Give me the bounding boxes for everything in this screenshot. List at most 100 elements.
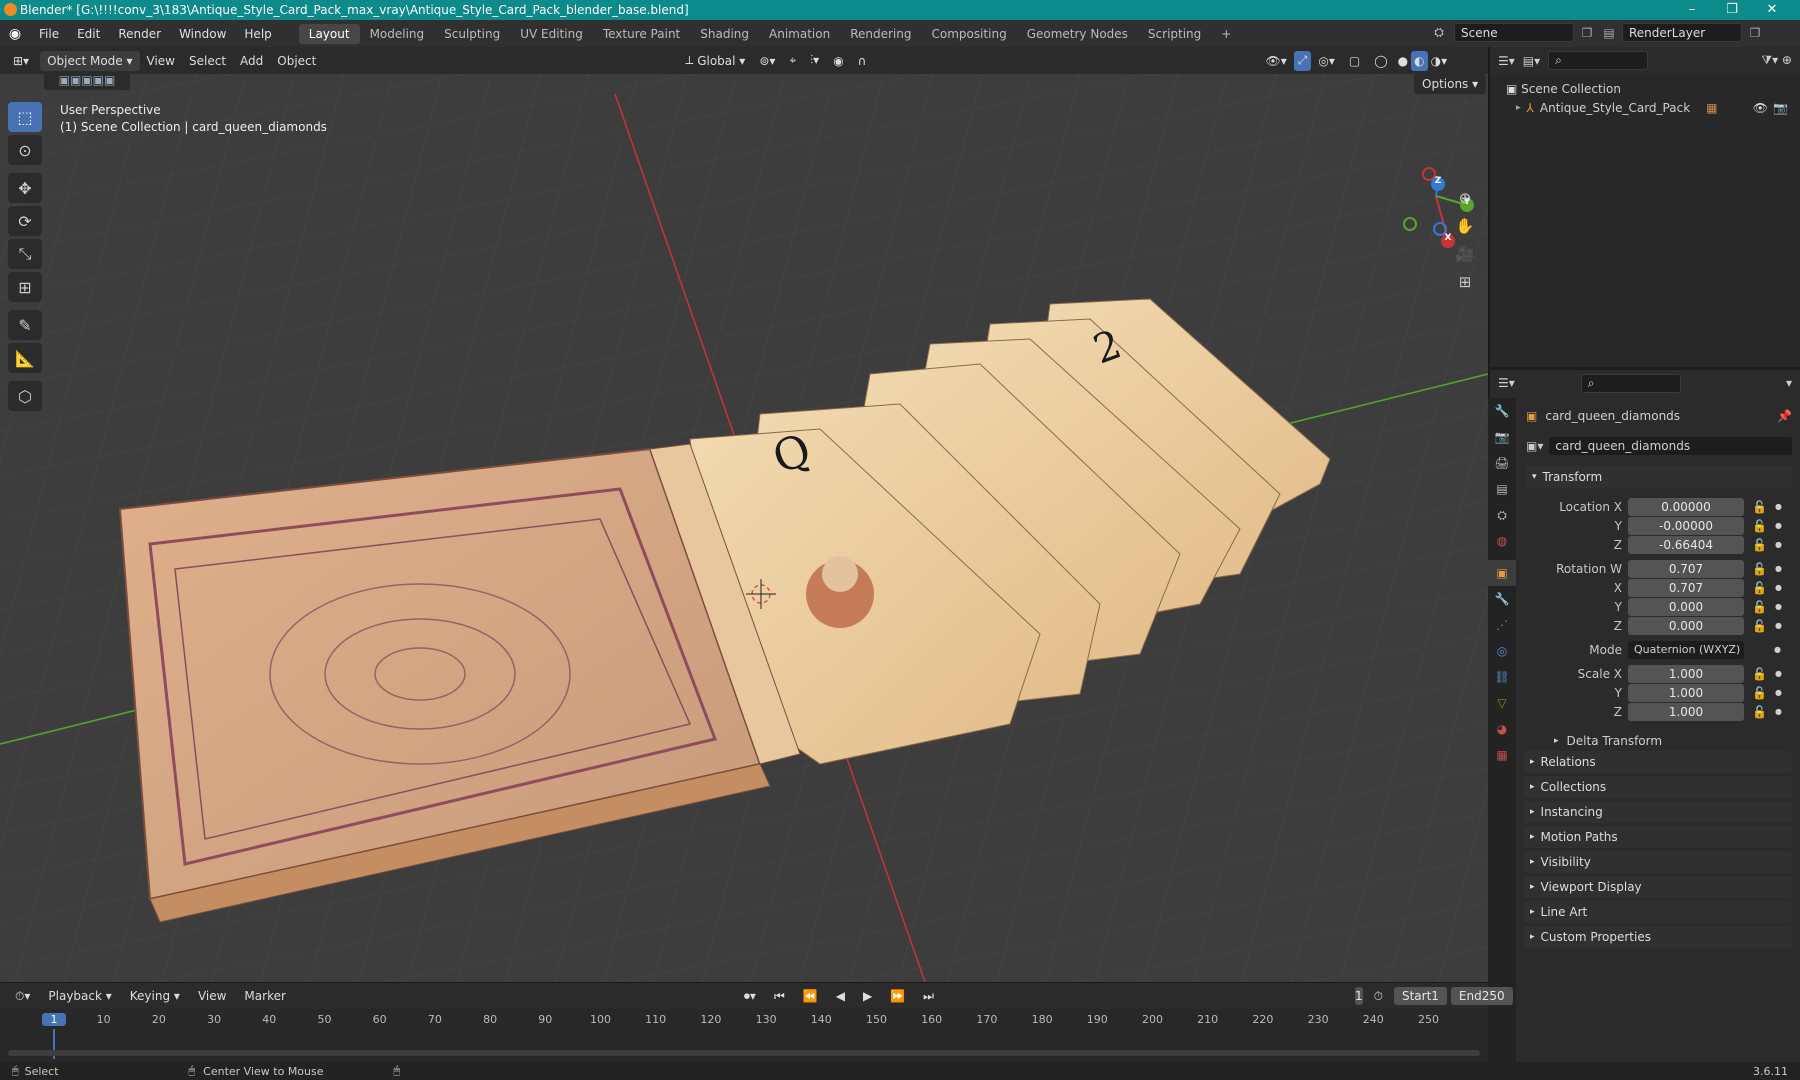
tab-shading[interactable]: Shading xyxy=(690,24,759,44)
physics-props-icon[interactable]: ◎ xyxy=(1488,638,1516,664)
outliner-display-mode-icon[interactable]: ▤▾ xyxy=(1523,54,1540,68)
rotation-z-field[interactable]: 0.000 xyxy=(1628,616,1744,635)
add-cube-tool-icon[interactable]: ⬡ xyxy=(8,381,42,411)
zoom-icon[interactable]: ⊕ xyxy=(1450,184,1480,212)
data-props-icon[interactable]: ▽ xyxy=(1488,690,1516,716)
tab-compositing[interactable]: Compositing xyxy=(921,24,1016,44)
editor-type-icon[interactable]: ⊞▾ xyxy=(6,51,36,71)
minimize-button[interactable]: – xyxy=(1672,0,1712,20)
start-frame-field[interactable]: Start 1 xyxy=(1393,987,1447,1005)
particles-props-icon[interactable]: ⋰ xyxy=(1488,612,1516,638)
visibility-panel-header[interactable]: ▸ Visibility xyxy=(1524,851,1792,873)
selection-mode-buttons[interactable]: ▣▣▣▣▣ xyxy=(44,74,130,90)
gizmo-toggle-icon[interactable]: ⤢ xyxy=(1293,50,1312,71)
constraints-props-icon[interactable]: ⛓ xyxy=(1488,664,1516,690)
lock-icon[interactable]: 🔓 xyxy=(1752,562,1767,576)
jump-keyframe-back-icon[interactable]: ⏪ xyxy=(796,986,825,1006)
play-reverse-icon[interactable]: ◀ xyxy=(829,986,852,1006)
object-data-icon[interactable]: ▦ xyxy=(1706,99,1717,118)
render-props-icon[interactable]: 📷 xyxy=(1488,424,1516,450)
menu-add[interactable]: Add xyxy=(233,51,270,71)
transform-panel-header[interactable]: ▾ Transform xyxy=(1526,466,1792,488)
object-name-field[interactable]: card_queen_diamonds xyxy=(1549,437,1792,455)
preview-range-icon[interactable]: ⏱ xyxy=(1367,986,1390,1006)
rotation-mode-dropdown[interactable]: Quaternion (WXYZ) ▾ xyxy=(1628,640,1744,674)
keyframe-dot-icon[interactable]: ● xyxy=(1775,669,1782,678)
lock-icon[interactable]: 🔓 xyxy=(1752,600,1767,614)
pivot-icon[interactable]: ⊚▾ xyxy=(752,51,782,71)
pin-icon[interactable]: 📌 xyxy=(1777,409,1792,423)
scale-tool-icon[interactable]: ⤡ xyxy=(8,239,42,269)
outliner-editor-type-icon[interactable]: ☰▾ xyxy=(1498,54,1515,68)
menu-help[interactable]: Help xyxy=(235,27,280,41)
scene-collection-row[interactable]: ▣ Scene Collection xyxy=(1506,80,1800,99)
keyframe-dot-icon[interactable]: ● xyxy=(1775,602,1782,611)
render-camera-icon[interactable]: 📷 xyxy=(1773,99,1788,118)
move-tool-icon[interactable]: ✥ xyxy=(8,173,42,203)
view-layer-props-icon[interactable]: ▤ xyxy=(1488,476,1516,502)
props-search-input[interactable]: ⌕ xyxy=(1580,373,1681,393)
keyframe-dot-icon[interactable]: ● xyxy=(1775,564,1782,573)
eye-visibility-icon[interactable]: 👁 xyxy=(1753,99,1768,118)
menu-playback[interactable]: Playback ▾ xyxy=(41,986,118,1006)
close-button[interactable]: ✕ xyxy=(1752,0,1792,20)
tab-uv-editing[interactable]: UV Editing xyxy=(510,24,593,44)
scene-props-icon[interactable]: ⛭ xyxy=(1488,502,1516,528)
lock-icon[interactable]: 🔓 xyxy=(1752,619,1767,633)
visibility-icon[interactable]: 👁▾ xyxy=(1258,51,1293,71)
ortho-grid-icon[interactable]: ⊞ xyxy=(1450,268,1480,296)
keyframe-dot-icon[interactable]: ● xyxy=(1775,621,1782,630)
menu-view[interactable]: View xyxy=(140,51,182,71)
menu-timeline-view[interactable]: View xyxy=(191,986,233,1006)
wireframe-shading-icon[interactable]: ◯ xyxy=(1367,51,1394,71)
cursor-tool-icon[interactable]: ⊙ xyxy=(8,135,42,165)
rendered-shading-icon[interactable]: ◑▾ xyxy=(1428,51,1451,71)
renderlayer-copy-icon[interactable]: ❐ xyxy=(1746,26,1764,40)
lock-icon[interactable]: 🔓 xyxy=(1752,705,1767,719)
rotation-x-field[interactable]: 0.707 xyxy=(1628,578,1744,597)
menu-keying[interactable]: Keying ▾ xyxy=(123,986,187,1006)
location-z-field[interactable]: -0.66404 xyxy=(1628,535,1744,554)
keyframe-dot-icon[interactable]: ● xyxy=(1775,583,1782,592)
3d-viewport[interactable]: 2 Q X Y Z User Perspective (1) Scene Col… xyxy=(0,74,1488,982)
keyframe-dot-icon[interactable]: ● xyxy=(1775,540,1782,549)
outliner-filter-icon[interactable]: ⧩▾ ⊕ xyxy=(1761,53,1792,68)
lock-icon[interactable]: 🔓 xyxy=(1752,686,1767,700)
tab-layout[interactable]: Layout xyxy=(298,23,360,44)
camera-view-icon[interactable]: 🎥 xyxy=(1450,240,1480,268)
collections-panel-header[interactable]: ▸ Collections xyxy=(1524,776,1792,798)
play-icon[interactable]: ▶ xyxy=(856,986,879,1006)
jump-start-icon[interactable]: ⏮ xyxy=(767,986,792,1006)
menu-window[interactable]: Window xyxy=(170,27,235,41)
tab-scripting[interactable]: Scripting xyxy=(1138,24,1211,44)
menu-marker[interactable]: Marker xyxy=(237,986,292,1006)
tool-props-icon[interactable]: 🔧 xyxy=(1488,398,1516,424)
instancing-panel-header[interactable]: ▸ Instancing xyxy=(1524,801,1792,823)
tab-modeling[interactable]: Modeling xyxy=(360,24,435,44)
scale-x-field[interactable]: 1.000 xyxy=(1628,664,1744,683)
timeline-editor-type-icon[interactable]: ⏱▾ xyxy=(8,986,37,1006)
viewport-display-panel-header[interactable]: ▸ Viewport Display xyxy=(1524,876,1792,898)
select-box-tool-icon[interactable]: ⬚ xyxy=(8,102,42,132)
options-dropdown[interactable]: Options ▾ xyxy=(1414,74,1487,94)
material-props-icon[interactable]: ◕ xyxy=(1488,716,1516,742)
keyframe-dot-icon[interactable]: ● xyxy=(1775,707,1782,716)
scene-copy-icon[interactable]: ❐ xyxy=(1578,26,1596,40)
proportional-edit-icon[interactable]: ◉ xyxy=(826,51,850,71)
delta-transform-header[interactable]: ▸ Delta Transform xyxy=(1540,729,1792,753)
location-x-field[interactable]: 0.00000 xyxy=(1628,497,1744,516)
motion-paths-panel-header[interactable]: ▸ Motion Paths xyxy=(1524,826,1792,848)
props-editor-type-icon[interactable]: ☰▾ xyxy=(1498,376,1515,390)
props-options-icon[interactable]: ▾ xyxy=(1786,376,1792,390)
snap-target-icon[interactable]: ⫶▾ xyxy=(803,51,826,71)
keyframe-dot-icon[interactable]: ● xyxy=(1774,645,1781,654)
custom-properties-panel-header[interactable]: ▸ Custom Properties xyxy=(1524,926,1792,948)
rotation-y-field[interactable]: 0.000 xyxy=(1628,597,1744,616)
modifier-props-icon[interactable]: 🔧 xyxy=(1488,586,1516,612)
auto-keying-icon[interactable]: ⏺▾ xyxy=(737,986,763,1006)
tab-rendering[interactable]: Rendering xyxy=(840,24,921,44)
overlay-icon[interactable]: ◎▾ xyxy=(1311,51,1342,71)
object-mode-dropdown[interactable]: Object Mode ▾ xyxy=(40,50,140,71)
lock-icon[interactable]: 🔓 xyxy=(1752,538,1767,552)
rotate-tool-icon[interactable]: ⟳ xyxy=(8,206,42,236)
